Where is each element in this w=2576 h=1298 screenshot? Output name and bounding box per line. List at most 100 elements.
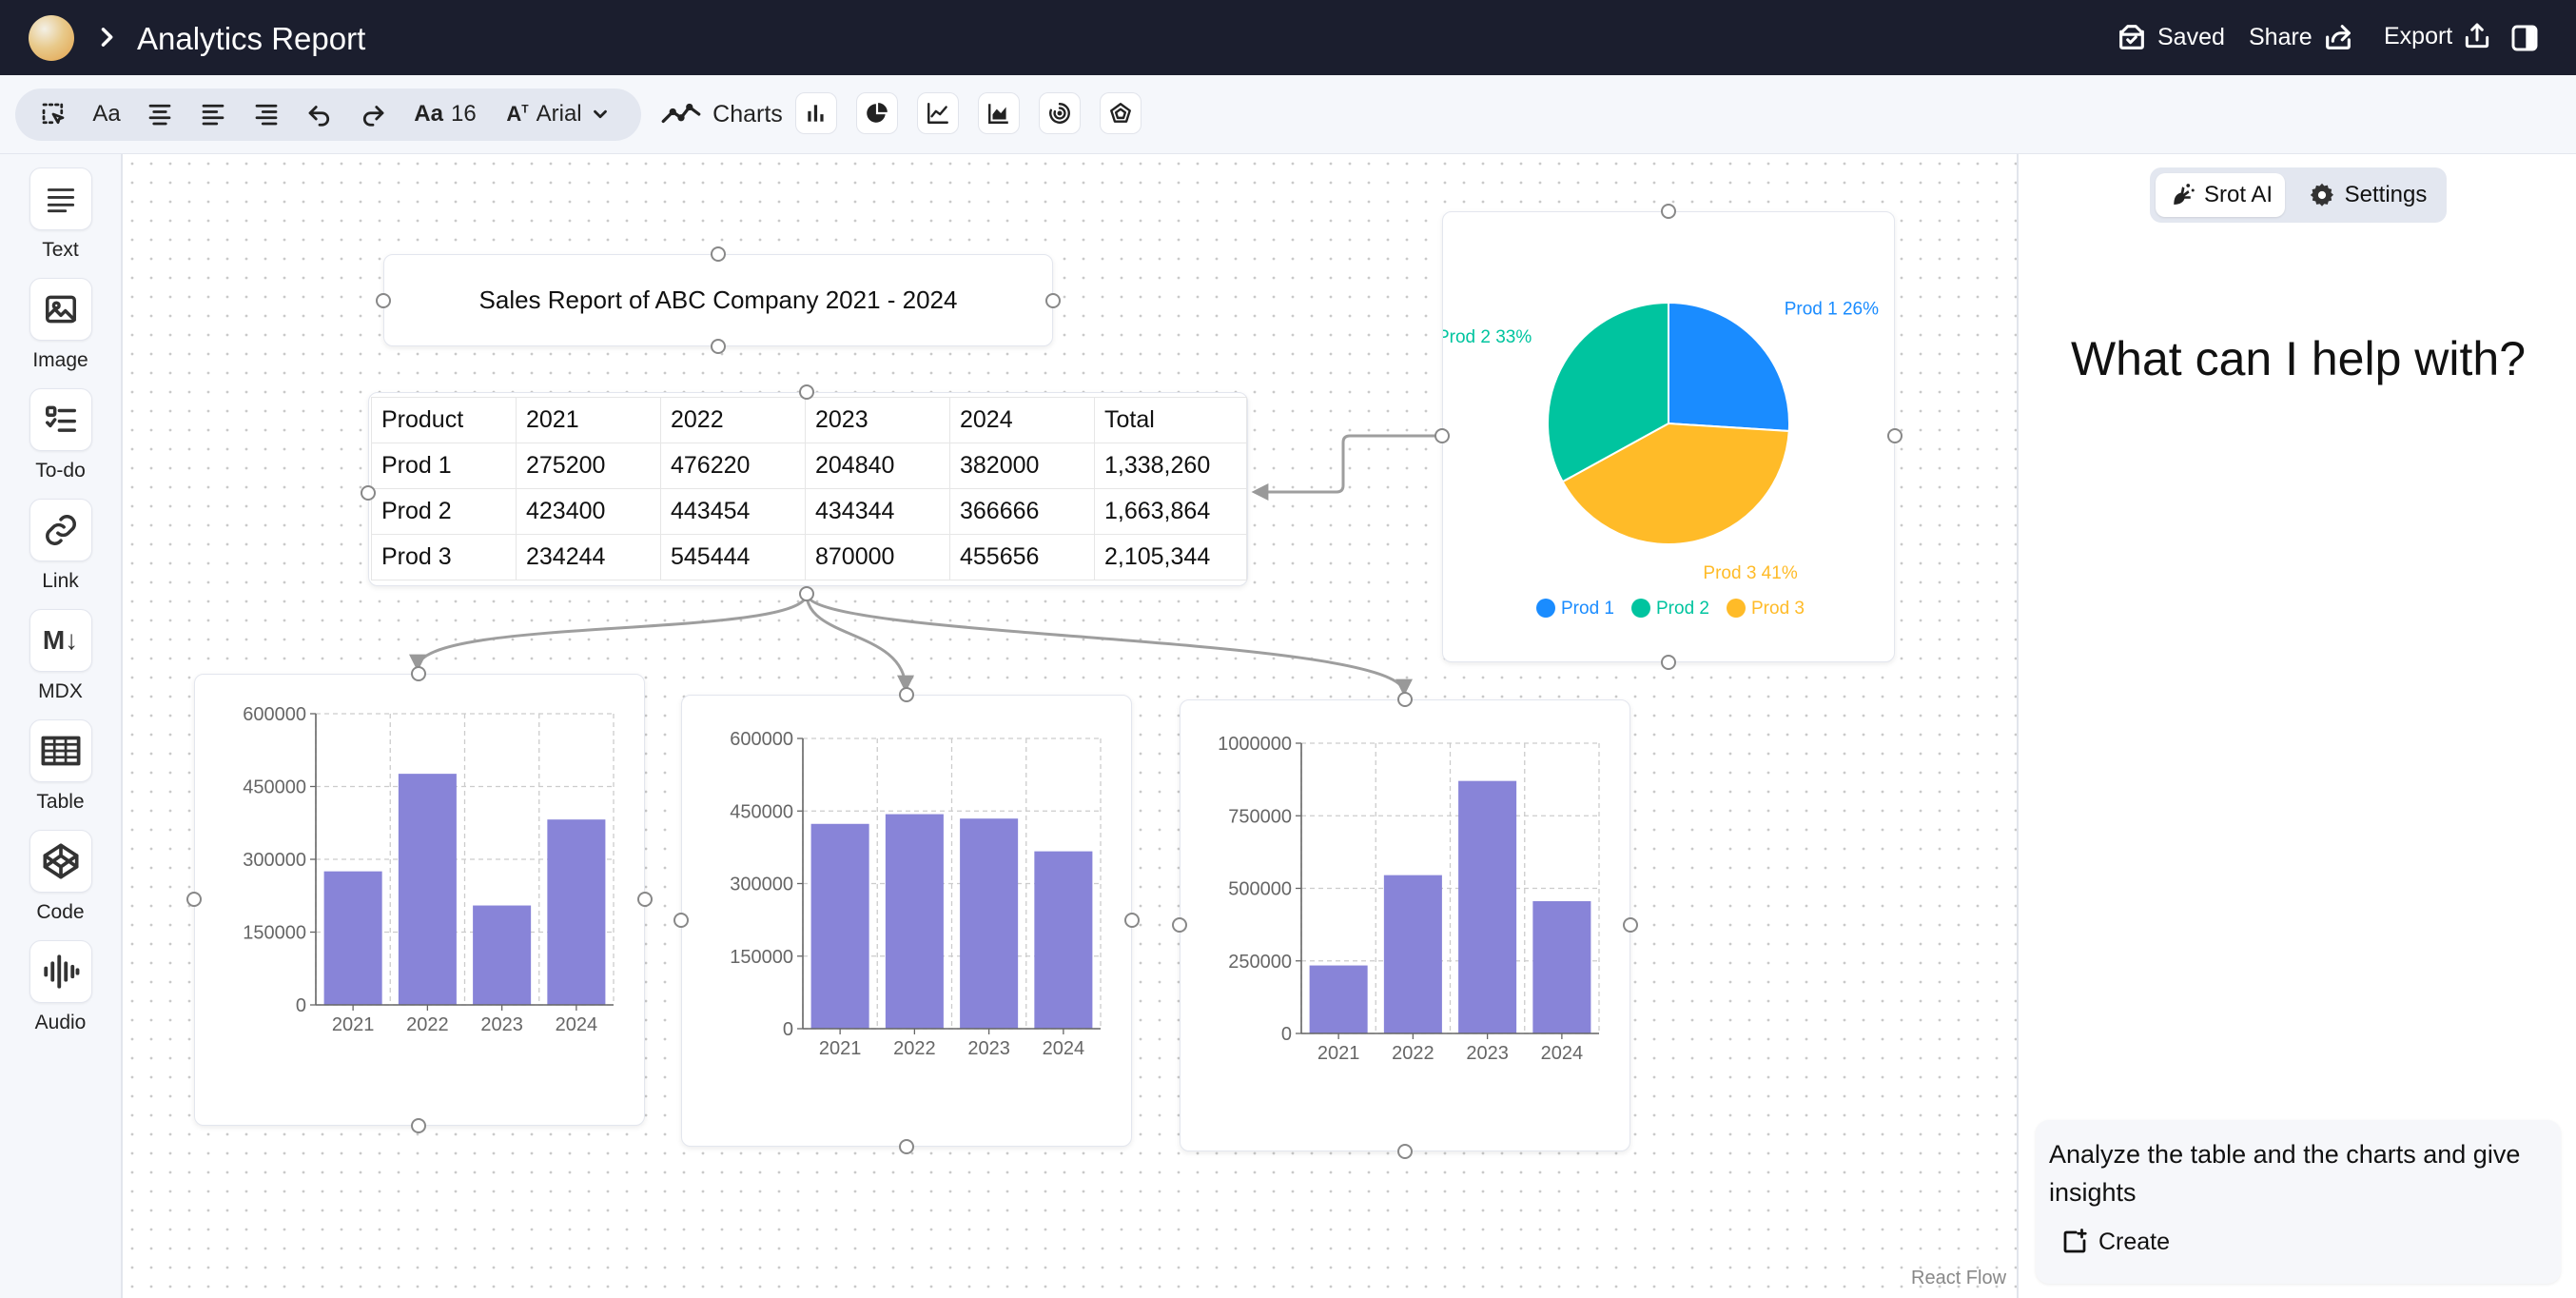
connection-handle[interactable] (899, 1139, 914, 1154)
connection-handle[interactable] (1887, 428, 1903, 443)
connection-handle[interactable] (376, 293, 391, 308)
share-button[interactable]: Share (2249, 21, 2354, 53)
connection-handle[interactable] (1172, 917, 1187, 933)
connection-handle[interactable] (1045, 293, 1061, 308)
connection-handle[interactable] (711, 339, 726, 354)
toggle-panel-icon[interactable] (2509, 23, 2540, 53)
table-header-cell[interactable]: 2024 (949, 397, 1095, 443)
undo-button[interactable] (301, 95, 339, 133)
tab-srot-ai[interactable]: Srot AI (2156, 173, 2285, 217)
table-cell[interactable]: 234244 (516, 534, 661, 580)
bar (1309, 965, 1368, 1033)
table-cell[interactable]: Prod 2 (371, 488, 517, 535)
radar-chart-button[interactable] (1100, 92, 1142, 134)
bar-chart-button[interactable] (795, 92, 837, 134)
table-cell[interactable]: Prod 1 (371, 442, 517, 489)
connection-handle[interactable] (673, 913, 689, 928)
select-icon (42, 103, 65, 125)
palette-item-text[interactable]: Text (0, 167, 121, 262)
title-node[interactable]: Sales Report of ABC Company 2021 - 2024 (383, 254, 1053, 346)
pie-chart-button[interactable] (856, 92, 898, 134)
connection-handle[interactable] (186, 892, 202, 907)
select-tool-button[interactable] (34, 95, 72, 133)
table-cell[interactable]: 455656 (949, 534, 1095, 580)
table-cell[interactable]: 443454 (660, 488, 806, 535)
table-cell[interactable]: 1,338,260 (1094, 442, 1247, 489)
table-cell[interactable]: 545444 (660, 534, 806, 580)
table-node[interactable]: Product 2021 2022 2023 2024 Total Prod 1… (368, 392, 1248, 586)
table-header-cell[interactable]: Product (371, 397, 517, 443)
table-cell[interactable]: Prod 3 (371, 534, 517, 580)
react-flow-attribution[interactable]: React Flow (1911, 1268, 2006, 1289)
pie-slice-label: Prod 3 41% (1703, 563, 1797, 583)
create-button[interactable]: Create (2060, 1228, 2170, 1256)
table-cell[interactable]: 204840 (805, 442, 950, 489)
connection-handle[interactable] (1661, 204, 1676, 219)
app-logo[interactable] (29, 15, 74, 61)
table-cell[interactable]: 275200 (516, 442, 661, 489)
table-cell[interactable]: 382000 (949, 442, 1095, 489)
palette-item-code[interactable]: Code (0, 830, 121, 924)
radial-chart-icon (1049, 103, 1070, 124)
connection-handle[interactable] (1124, 913, 1140, 928)
connection-handle[interactable] (411, 1118, 426, 1133)
table-cell[interactable]: 2,105,344 (1094, 534, 1247, 580)
palette-item-image[interactable]: Image (0, 278, 121, 372)
edge-table-to-chart-1[interactable] (409, 593, 809, 672)
table-cell[interactable]: 423400 (516, 488, 661, 535)
font-family-select[interactable]: AT Arial (497, 95, 620, 133)
edge-table-to-chart-3[interactable] (805, 593, 1413, 697)
connection-handle[interactable] (899, 687, 914, 702)
connection-handle[interactable] (361, 485, 376, 501)
tab-settings[interactable]: Settings (2296, 173, 2439, 217)
connection-handle[interactable] (1397, 1144, 1413, 1159)
table-cell[interactable]: 1,663,864 (1094, 488, 1247, 535)
line-chart-button[interactable] (917, 92, 959, 134)
bar-chart-node-3[interactable]: 0 250000 500000 750000 1000000 2021 2022 2023 20… (1180, 699, 1630, 1151)
palette-item-audio[interactable]: Audio (0, 940, 121, 1034)
chevron-right-icon[interactable] (93, 24, 120, 50)
text-style-button[interactable]: Aa (88, 95, 126, 133)
table-header-cell[interactable]: Total (1094, 397, 1247, 443)
palette-item-mdx[interactable]: M↓ MDX (0, 609, 121, 703)
radial-chart-button[interactable] (1039, 92, 1081, 134)
connection-handle[interactable] (1397, 692, 1413, 707)
bar-chart-node-2[interactable]: 0 150000 300000 450000 600000 2021 2022 2023 202… (681, 695, 1132, 1147)
palette-item-table[interactable]: Table (0, 719, 121, 814)
table-cell[interactable]: 476220 (660, 442, 806, 489)
bar (398, 774, 457, 1005)
table-cell[interactable]: 870000 (805, 534, 950, 580)
connection-handle[interactable] (799, 586, 814, 601)
edge-table-to-chart-2[interactable] (805, 593, 914, 693)
bar-chart-node-1[interactable]: 0 150000 300000 450000 600000 2021 2022 2023 202… (194, 674, 645, 1126)
palette-item-link[interactable]: Link (0, 499, 121, 593)
table-header-cell[interactable]: 2021 (516, 397, 661, 443)
pie-chart-node[interactable]: Prod 1 26% Prod 3 41% Prod 2 33% Prod 1 Prod… (1437, 211, 1895, 662)
connection-handle[interactable] (637, 892, 653, 907)
font-size-control[interactable]: Aa 16 (407, 95, 483, 133)
edge-pie-to-table[interactable] (1251, 434, 1445, 501)
saved-status[interactable]: Saved (2116, 21, 2225, 53)
charts-menu[interactable]: Charts (656, 95, 786, 133)
connection-handle[interactable] (411, 666, 426, 681)
table-cell[interactable]: 366666 (949, 488, 1095, 535)
prompt-card[interactable]: Analyze the table and the charts and giv… (2036, 1120, 2561, 1284)
connection-handle[interactable] (711, 246, 726, 262)
align-center-button[interactable] (141, 95, 179, 133)
redo-button[interactable] (354, 95, 392, 133)
table-cell[interactable]: 434344 (805, 488, 950, 535)
export-button[interactable]: Export (2384, 21, 2492, 51)
legend-label: Prod 1 (1561, 599, 1614, 619)
table-header-cell[interactable]: 2022 (660, 397, 806, 443)
align-left-button[interactable] (194, 95, 232, 133)
align-right-button[interactable] (247, 95, 285, 133)
connection-handle[interactable] (1623, 917, 1638, 933)
connection-handle[interactable] (799, 384, 814, 400)
connection-handle[interactable] (1434, 428, 1450, 443)
prompt-text[interactable]: Analyze the table and the charts and giv… (2049, 1135, 2544, 1211)
table-header-cell[interactable]: 2023 (805, 397, 950, 443)
connection-handle[interactable] (1661, 655, 1676, 670)
gear-icon (2310, 183, 2333, 206)
area-chart-button[interactable] (978, 92, 1020, 134)
palette-item-todo[interactable]: To-do (0, 388, 121, 482)
